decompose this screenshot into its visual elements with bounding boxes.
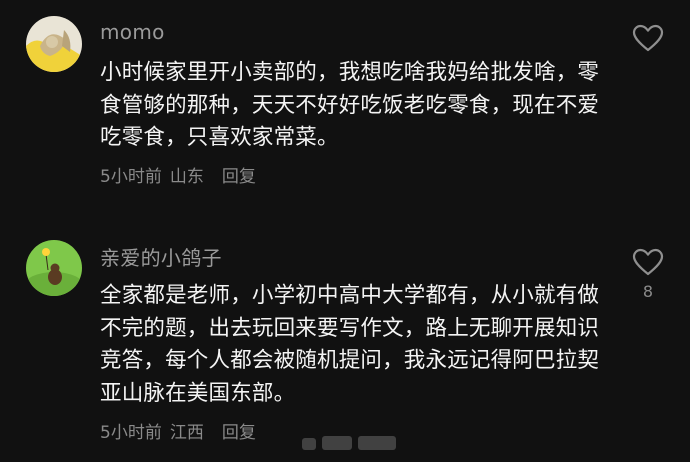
avatar[interactable] bbox=[26, 16, 82, 72]
comment-item: 亲爱的小鸽子 全家都是老师，小学初中高中大学都有，从小就有做不完的题，出去玩回来… bbox=[0, 230, 690, 462]
like-button[interactable] bbox=[630, 24, 666, 58]
comment-meta: 5小时前 山东 回复 bbox=[100, 162, 256, 187]
reply-button[interactable]: 回复 bbox=[222, 418, 256, 443]
comment-time: 5小时前 bbox=[100, 167, 162, 187]
heart-outline-icon bbox=[632, 24, 664, 52]
heart-outline-icon bbox=[632, 248, 664, 276]
watermark-graphic bbox=[302, 436, 396, 450]
username[interactable]: 亲爱的小鸽子 bbox=[100, 242, 222, 271]
comment-time: 5小时前 bbox=[100, 423, 162, 443]
like-button[interactable]: 8 bbox=[630, 248, 666, 301]
comment-item: momo 小时候家里开小卖部的，我想吃啥我妈给批发啥，零食管够的那种，天天不好好… bbox=[0, 0, 690, 230]
comment-text: 小时候家里开小卖部的，我想吃啥我妈给批发啥，零食管够的那种，天天不好好吃饭老吃零… bbox=[100, 60, 600, 150]
comment-meta: 5小时前 江西 回复 bbox=[100, 418, 256, 443]
like-count: 8 bbox=[642, 282, 654, 301]
reply-button[interactable]: 回复 bbox=[222, 162, 256, 187]
avatar[interactable] bbox=[26, 240, 82, 296]
comment-location: 江西 bbox=[169, 423, 204, 443]
avatar-image bbox=[26, 240, 82, 296]
comment-location: 山东 bbox=[169, 167, 204, 187]
avatar-image bbox=[26, 16, 82, 72]
watermark bbox=[300, 432, 400, 454]
username[interactable]: momo bbox=[100, 20, 165, 44]
comment-text: 全家都是老师，小学初中高中大学都有，从小就有做不完的题，出去玩回来要写作文，路上… bbox=[100, 283, 600, 406]
